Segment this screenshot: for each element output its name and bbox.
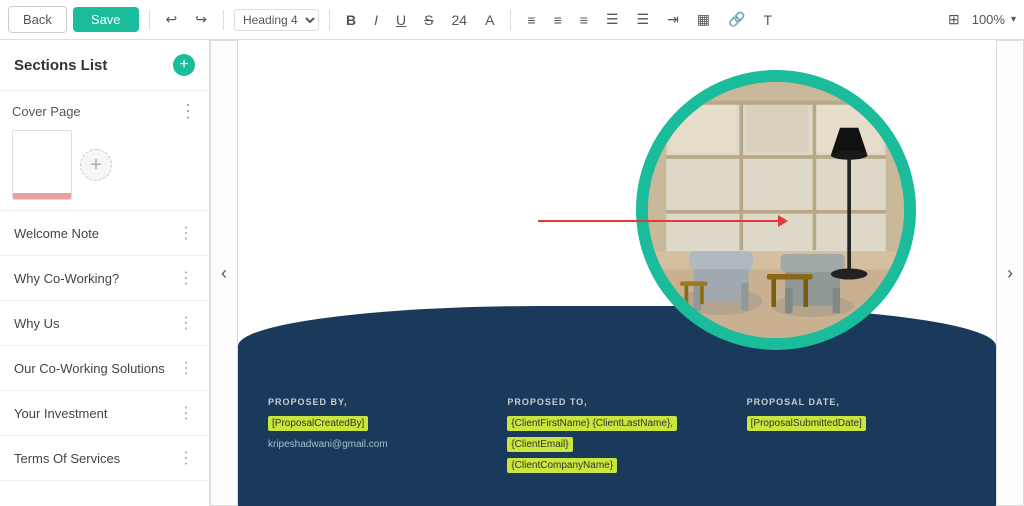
toolbar-divider-2 [223,10,224,30]
sidebar-title: Sections List [14,57,107,74]
sidebar-item-label: Welcome Note [14,226,99,241]
link-button[interactable]: 🔗 [722,7,751,32]
cover-section: Cover Page ⋮ + [0,91,209,211]
text-button[interactable]: T [757,8,778,32]
sidebar-item-label: Why Us [14,316,60,331]
cover-label-text: Cover Page [12,104,81,119]
proposed-to-column: PROPOSED To, {ClientFirstName} {ClientLa… [507,397,726,476]
red-arrow [538,215,788,227]
proposal-created-by-field[interactable]: [ProposalCreatedBy] [268,416,368,431]
toolbar-divider-3 [329,10,330,30]
client-company-field[interactable]: {ClientCompanyName} [507,458,617,473]
sidebar-item-menu-icon[interactable]: ⋮ [178,448,195,468]
font-color-button[interactable]: A [479,8,500,32]
list-button[interactable]: ☰ [600,7,625,32]
creator-email: kripeshadwani@gmail.com [268,439,388,450]
top-toolbar: Back Save ↩ ↪ Heading 4 B I U S 24 A ≡ ≡… [0,0,1024,40]
bold-button[interactable]: B [340,8,362,32]
client-email-field[interactable]: {ClientEmail} [507,437,572,452]
add-page-button[interactable]: + [80,149,112,181]
proposed-by-column: PROPOSED BY, [ProposalCreatedBy] kripesh… [268,397,487,476]
grid-view-button[interactable]: ⊞ [942,7,966,32]
sidebar-item-menu-icon[interactable]: ⋮ [178,358,195,378]
sidebar-item-menu-icon[interactable]: ⋮ [178,313,195,333]
underline-button[interactable]: U [390,8,412,32]
font-size-button[interactable]: 24 [446,8,474,32]
cover-label: Cover Page ⋮ [12,101,197,122]
prev-page-button[interactable]: ‹ [210,40,238,506]
sidebar-header: Sections List + [0,40,209,91]
add-section-button[interactable]: + [173,54,195,76]
strikethrough-button[interactable]: S [418,8,439,32]
proposed-by-label: PROPOSED BY, [268,397,487,407]
indent-button[interactable]: ⇥ [661,7,685,32]
proposal-date-label: PROPOSAL DATE, [747,397,966,407]
undo-button[interactable]: ↩ [160,7,184,32]
proposed-to-label: PROPOSED To, [507,397,726,407]
table-button[interactable]: ▦ [691,7,716,32]
sidebar-item-your-investment[interactable]: Your Investment ⋮ [0,391,209,436]
align-left-button[interactable]: ≡ [521,8,541,32]
save-button[interactable]: Save [73,7,139,32]
ordered-list-button[interactable]: ☰ [631,7,656,32]
sidebar-item-welcome-note[interactable]: Welcome Note ⋮ [0,211,209,256]
cover-more-icon[interactable]: ⋮ [179,101,197,122]
cover-thumbs: + [12,130,197,200]
canvas-area: ‹ [210,40,1024,506]
back-button[interactable]: Back [8,6,67,33]
circle-interior [648,82,904,338]
arrow-head [778,215,788,227]
sidebar-item-co-working-solutions[interactable]: Our Co-Working Solutions ⋮ [0,346,209,391]
main-layout: Sections List + Cover Page ⋮ + Welcome N… [0,40,1024,506]
client-name-field[interactable]: {ClientFirstName} {ClientLastName}, [507,416,677,431]
sidebar-item-menu-icon[interactable]: ⋮ [178,223,195,243]
next-page-button[interactable]: › [996,40,1024,506]
sidebar-item-terms-of-services[interactable]: Terms Of Services ⋮ [0,436,209,481]
bottom-content: PROPOSED BY, [ProposalCreatedBy] kripesh… [238,377,996,496]
heading-type-select[interactable]: Heading 4 [234,9,319,31]
sidebar: Sections List + Cover Page ⋮ + Welcome N… [0,40,210,506]
toolbar-divider-1 [149,10,150,30]
chevron-right-icon: › [1007,263,1013,284]
proposal-date-column: PROPOSAL DATE, [ProposalSubmittedDate] [747,397,966,476]
align-center-button[interactable]: ≡ [548,8,568,32]
sidebar-item-menu-icon[interactable]: ⋮ [178,403,195,423]
sidebar-item-why-co-working[interactable]: Why Co-Working? ⋮ [0,256,209,301]
canvas-page: PROPOSED BY, [ProposalCreatedBy] kripesh… [238,40,996,506]
zoom-chevron-icon[interactable]: ▾ [1011,14,1016,25]
sidebar-item-label: Your Investment [14,406,107,421]
sidebar-item-menu-icon[interactable]: ⋮ [178,268,195,288]
sidebar-item-label: Our Co-Working Solutions [14,361,165,376]
sidebar-item-label: Terms Of Services [14,451,120,466]
doc-page: PROPOSED BY, [ProposalCreatedBy] kripesh… [238,40,996,506]
zoom-label: 100% [972,12,1005,27]
sidebar-item-label: Why Co-Working? [14,271,119,286]
toolbar-divider-4 [510,10,511,30]
sidebar-item-why-us[interactable]: Why Us ⋮ [0,301,209,346]
cover-thumbnail[interactable] [12,130,72,200]
arrow-line [538,220,778,222]
chevron-left-icon: ‹ [221,263,227,284]
italic-button[interactable]: I [368,8,384,32]
cover-circle-image [636,70,916,350]
redo-button[interactable]: ↪ [189,7,213,32]
proposal-date-field[interactable]: [ProposalSubmittedDate] [747,416,866,431]
section-list: Welcome Note ⋮ Why Co-Working? ⋮ Why Us … [0,211,209,481]
toolbar-right: ⊞ 100% ▾ [942,7,1016,32]
align-right-button[interactable]: ≡ [574,8,594,32]
